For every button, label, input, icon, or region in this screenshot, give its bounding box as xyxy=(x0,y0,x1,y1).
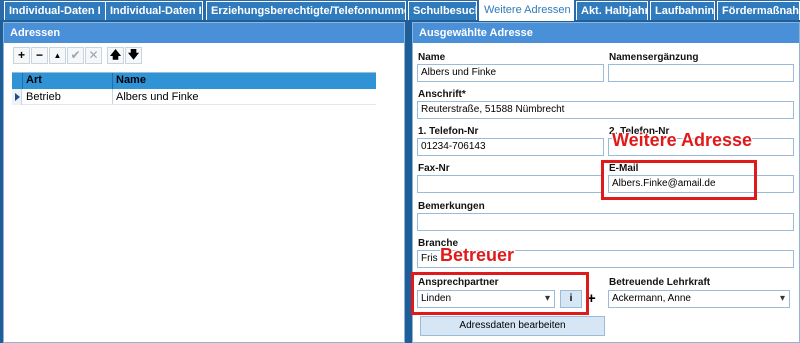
tab-akt-halbjahr[interactable]: Akt. Halbjahr xyxy=(576,1,648,20)
tab-weitere-adressen[interactable]: Weitere Adressen xyxy=(479,0,574,21)
namensergaenzung-label: Namensergänzung xyxy=(609,52,699,63)
addresses-panel: Adressen + − ▲ ✔ ✕ 🡅 🡇 Art Name Betrieb … xyxy=(3,22,405,343)
tab-laufbahninfo[interactable]: Laufbahninfo xyxy=(650,1,715,20)
addresses-panel-title: Adressen xyxy=(4,23,404,43)
move-down-icon[interactable]: 🡇 xyxy=(125,47,142,64)
bemerkungen-field[interactable] xyxy=(417,213,794,231)
anschrift-field[interactable]: Reuterstraße, 51588 Nümbrecht xyxy=(417,101,794,119)
tab-individual-daten-2[interactable]: Individual-Daten II xyxy=(105,1,203,20)
annotation-ansprechpartner-box xyxy=(411,272,589,315)
tab-erziehungsberechtigte[interactable]: Erziehungsberechtigte/Telefonnummern xyxy=(206,1,406,20)
annotation-email-box xyxy=(601,160,757,200)
cell-art: Betrieb xyxy=(26,91,61,103)
column-header-name[interactable]: Name xyxy=(116,74,146,86)
lehrkraft-select[interactable]: Ackermann, Anne xyxy=(608,290,790,308)
name-label: Name xyxy=(418,52,446,63)
grid-header: Art Name xyxy=(12,73,376,89)
tab-bar: Individual-Daten I Individual-Daten II E… xyxy=(0,0,800,21)
name-field[interactable]: Albers und Finke xyxy=(417,64,604,82)
tab-foerdermassnahmen[interactable]: Fördermaßnah xyxy=(717,1,800,20)
row-selector-icon xyxy=(12,89,22,105)
column-header-art[interactable]: Art xyxy=(26,74,42,86)
fax-field[interactable] xyxy=(417,175,604,193)
tab-schulbesuch[interactable]: Schulbesuch xyxy=(408,1,477,20)
namensergaenzung-field[interactable] xyxy=(608,64,794,82)
addresses-grid: Art Name Betrieb Albers und Finke xyxy=(12,72,376,105)
confirm-icon[interactable]: ✔ xyxy=(67,47,84,64)
selected-address-title: Ausgewählte Adresse xyxy=(413,23,799,43)
fax-label: Fax-Nr xyxy=(418,163,450,174)
cell-name: Albers und Finke xyxy=(116,91,199,103)
annotation-weitere-adresse: Weitere Adresse xyxy=(612,130,753,150)
telefon1-field[interactable]: 01234-706143 xyxy=(417,138,604,156)
caret-up-icon[interactable]: ▲ xyxy=(49,47,66,64)
add-icon[interactable]: + xyxy=(13,47,30,64)
lehrkraft-label: Betreuende Lehrkraft xyxy=(609,277,711,288)
anschrift-label: Anschrift* xyxy=(418,89,466,100)
telefon1-label: 1. Telefon-Nr xyxy=(418,126,479,137)
table-row[interactable]: Betrieb Albers und Finke xyxy=(12,89,376,105)
annotation-betreuer: Betreuer xyxy=(440,245,515,265)
tab-individual-daten-1[interactable]: Individual-Daten I xyxy=(4,1,107,20)
move-up-icon[interactable]: 🡅 xyxy=(107,47,124,64)
remove-icon[interactable]: − xyxy=(31,47,48,64)
addresses-toolbar: + − ▲ ✔ ✕ 🡅 🡇 xyxy=(13,47,142,64)
cancel-icon[interactable]: ✕ xyxy=(85,47,102,64)
bemerkungen-label: Bemerkungen xyxy=(418,201,485,212)
edit-address-button[interactable]: Adressdaten bearbeiten xyxy=(420,316,605,336)
